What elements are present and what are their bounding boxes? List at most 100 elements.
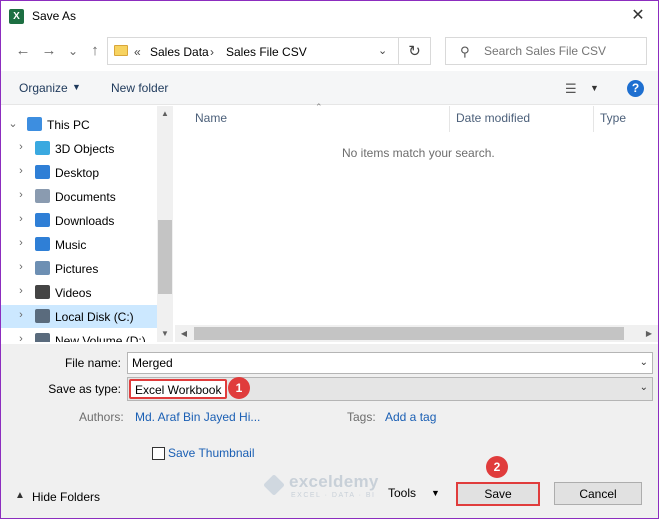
tree-item[interactable]: › Local Disk (C:) [1, 305, 157, 328]
authors-label: Authors: [79, 410, 124, 424]
hide-folders-button[interactable]: Hide Folders [32, 490, 100, 504]
chevron-right-icon[interactable]: › [15, 189, 27, 201]
empty-message: No items match your search. [342, 146, 495, 160]
scroll-up-icon[interactable]: ▲ [158, 106, 172, 122]
breadcrumb-sales-file-csv[interactable]: Sales File CSV [226, 45, 307, 59]
tree-item-label: Local Disk (C:) [55, 310, 134, 324]
pictures-icon [35, 261, 50, 275]
cube-icon [35, 141, 50, 155]
window-title: Save As [32, 9, 77, 23]
tree-item[interactable]: › 3D Objects [1, 137, 157, 160]
tools-button[interactable]: Tools [388, 486, 416, 500]
save-thumbnail-checkbox[interactable] [152, 447, 165, 460]
chevron-down-icon[interactable]: ⌄ [7, 117, 19, 130]
cancel-button[interactable]: Cancel [554, 482, 642, 505]
search-input[interactable] [484, 44, 639, 58]
horizontal-scrollbar[interactable]: ◀ ▶ [175, 325, 658, 342]
address-row: ← → ⌄ ↑ « Sales Data › Sales File CSV ⌄ … [1, 32, 658, 70]
breadcrumb-sales-data[interactable]: Sales Data [150, 45, 209, 59]
file-name-input[interactable] [132, 356, 612, 370]
chevron-right-icon[interactable]: › [15, 165, 27, 177]
view-options-icon[interactable]: ☰ [565, 81, 577, 97]
videos-icon [35, 285, 50, 299]
tree-item[interactable]: › Videos [1, 281, 157, 304]
chevron-right-icon[interactable]: › [15, 261, 27, 273]
navigation-pane: ⌄ This PC › 3D Objects › Desktop › Documents › Do… [1, 106, 173, 342]
horizontal-scrollbar-thumb[interactable] [194, 327, 624, 340]
tree-item[interactable]: › Pictures [1, 257, 157, 280]
refresh-icon[interactable]: ↻ [399, 37, 431, 65]
up-arrow-icon[interactable]: ↑ [85, 41, 105, 61]
download-icon [35, 213, 50, 227]
new-folder-button[interactable]: New folder [111, 81, 168, 95]
folder-icon [114, 45, 128, 56]
column-header-name[interactable]: Name [195, 111, 227, 125]
help-icon[interactable]: ? [627, 80, 644, 97]
save-as-type-select[interactable]: Excel Workbook ⌄ [127, 377, 653, 401]
address-bar[interactable]: « Sales Data › Sales File CSV ⌄ [107, 37, 399, 65]
search-box[interactable]: ⚲ [445, 37, 647, 65]
pc-icon [27, 117, 42, 131]
drive-icon [35, 309, 50, 323]
breadcrumb-overflow[interactable]: « [134, 45, 141, 59]
chevron-down-icon[interactable]: ⌄ [378, 44, 387, 57]
chevron-up-icon[interactable]: ▲ [15, 490, 25, 501]
tree-item-label: New Volume (D:) [55, 334, 146, 342]
chevron-right-icon[interactable]: › [15, 285, 27, 297]
tags-label: Tags: [347, 410, 376, 424]
tree-item[interactable]: › Desktop [1, 161, 157, 184]
scroll-left-icon[interactable]: ◀ [176, 326, 192, 341]
save-as-type-value[interactable]: Excel Workbook [129, 379, 228, 399]
exceldemy-watermark: exceldemy EXCEL · DATA · BI [263, 472, 403, 502]
authors-value[interactable]: Md. Araf Bin Jayed Hi... [135, 410, 260, 424]
close-icon[interactable]: ✕ [624, 4, 652, 28]
nav-scrollbar-thumb[interactable] [158, 220, 172, 294]
tree-item-label: Videos [55, 286, 92, 300]
view-caret-icon[interactable]: ▼ [590, 83, 599, 93]
save-options-panel: File name: ⌄ Save as type: Excel Workboo… [1, 344, 658, 518]
tools-caret-icon[interactable]: ▼ [431, 488, 440, 498]
scroll-down-icon[interactable]: ▼ [158, 326, 172, 342]
recent-locations-chevron-icon[interactable]: ⌄ [63, 41, 83, 61]
organize-caret-icon[interactable]: ▼ [72, 82, 81, 92]
forward-arrow-icon[interactable]: → [39, 41, 59, 61]
exceldemy-logo-icon [263, 474, 285, 496]
tree-item[interactable]: › Documents [1, 185, 157, 208]
tree-item-label: Music [55, 238, 87, 252]
tree-item-label: Documents [55, 190, 116, 204]
desktop-icon [35, 165, 50, 179]
save-button[interactable]: Save [456, 482, 540, 506]
search-icon: ⚲ [460, 44, 470, 59]
chevron-right-icon[interactable]: › [15, 333, 27, 342]
excel-app-icon: X [9, 9, 24, 24]
column-header-date-modified[interactable]: Date modified [456, 111, 530, 125]
chevron-right-icon[interactable]: › [15, 213, 27, 225]
chevron-right-icon[interactable]: › [15, 141, 27, 153]
column-divider[interactable] [593, 106, 594, 132]
chevron-down-icon[interactable]: ⌄ [640, 357, 648, 368]
column-divider[interactable] [449, 106, 450, 132]
tree-item[interactable]: › Music [1, 233, 157, 256]
column-header-type[interactable]: Type [600, 111, 626, 125]
save-thumbnail-label[interactable]: Save Thumbnail [168, 446, 255, 460]
organize-button[interactable]: Organize [19, 81, 68, 95]
file-list: ⌃ Name Date modified Type No items match… [175, 102, 658, 342]
back-arrow-icon[interactable]: ← [13, 41, 33, 61]
tree-item[interactable]: ⌄ This PC [1, 113, 157, 136]
breadcrumb-separator-icon[interactable]: › [210, 45, 214, 59]
scroll-right-icon[interactable]: ▶ [641, 326, 657, 341]
tags-input[interactable]: Add a tag [385, 410, 436, 424]
chevron-right-icon[interactable]: › [15, 237, 27, 249]
file-name-label: File name: [64, 356, 121, 370]
tree-item[interactable]: › New Volume (D:) [1, 329, 157, 342]
tree-item-label: 3D Objects [55, 142, 115, 156]
tree-item[interactable]: › Downloads [1, 209, 157, 232]
watermark-name: exceldemy [289, 472, 379, 491]
command-toolbar: Organize ▼ New folder ☰ ▼ ? [1, 71, 658, 105]
file-name-combo[interactable]: ⌄ [127, 352, 653, 374]
watermark-tagline: EXCEL · DATA · BI [291, 492, 376, 499]
nav-scrollbar[interactable]: ▲ ▼ [157, 106, 173, 342]
chevron-down-icon[interactable]: ⌄ [640, 382, 648, 393]
tree-item-label: This PC [47, 118, 90, 132]
chevron-right-icon[interactable]: › [15, 309, 27, 321]
